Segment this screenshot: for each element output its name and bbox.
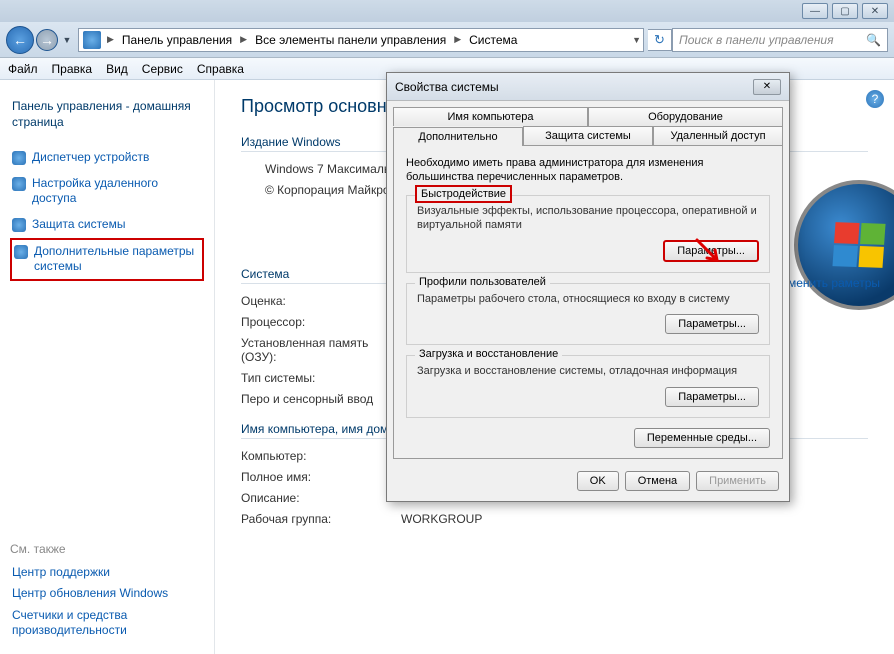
tab-remote[interactable]: Удаленный доступ xyxy=(653,126,783,145)
tab-hardware[interactable]: Оборудование xyxy=(588,107,783,126)
label-computer: Компьютер: xyxy=(241,449,401,463)
crumb-all-items[interactable]: Все элементы панели управления xyxy=(249,29,452,51)
apply-button[interactable]: Применить xyxy=(696,471,779,491)
menu-help[interactable]: Справка xyxy=(197,62,244,76)
dialog-tabs: Имя компьютера Оборудование Дополнительн… xyxy=(387,101,789,145)
sidebar-item-label: Дополнительные параметры системы xyxy=(34,244,200,275)
label-pen: Перо и сенсорный ввод xyxy=(241,392,401,406)
shield-icon xyxy=(14,245,28,259)
shield-icon xyxy=(12,218,26,232)
search-placeholder: Поиск в панели управления xyxy=(679,33,834,47)
see-also: См. также Центр поддержки Центр обновлен… xyxy=(10,542,204,642)
sidebar-home-label: Панель управления - домашняя страница xyxy=(12,99,202,130)
group-profiles: Профили пользователей Параметры рабочего… xyxy=(406,283,770,345)
label-rating: Оценка: xyxy=(241,294,401,308)
sidebar-item-label: Защита системы xyxy=(32,217,125,233)
environment-variables-button[interactable]: Переменные среды... xyxy=(634,428,770,448)
see-also-action-center[interactable]: Центр поддержки xyxy=(10,562,204,584)
sidebar-item-advanced[interactable]: Дополнительные параметры системы xyxy=(10,238,204,281)
menu-file[interactable]: Файл xyxy=(8,62,38,76)
sidebar-item-protection[interactable]: Защита системы xyxy=(10,212,204,238)
crumb-system[interactable]: Система xyxy=(463,29,523,51)
sidebar-item-label: Центр обновления Windows xyxy=(12,586,168,602)
group-performance: Быстродействие Визуальные эффекты, испол… xyxy=(406,195,770,274)
see-also-perf-tools[interactable]: Счетчики и средства производительности xyxy=(10,605,204,642)
chevron-right-icon: ▶ xyxy=(105,34,116,45)
label-ram: Установленная память (ОЗУ): xyxy=(241,336,401,364)
nav-history-dropdown[interactable]: ▼ xyxy=(60,33,74,47)
group-desc-profiles: Параметры рабочего стола, относящиеся ко… xyxy=(417,292,759,306)
label-fullname: Полное имя: xyxy=(241,470,401,484)
label-type: Тип системы: xyxy=(241,371,401,385)
menu-view[interactable]: Вид xyxy=(106,62,128,76)
forward-button[interactable]: → xyxy=(36,29,58,51)
copyright-line: © Корпорация Майкрос xyxy=(265,183,396,197)
dialog-footer: OK Отмена Применить xyxy=(387,465,789,501)
group-title-performance: Быстродействие xyxy=(415,185,512,203)
address-bar: ← → ▼ ▶ Панель управления ▶ Все элементы… xyxy=(0,22,894,58)
performance-settings-button[interactable]: Параметры... xyxy=(663,240,759,262)
menu-edit[interactable]: Правка xyxy=(52,62,93,76)
see-also-title: См. также xyxy=(10,542,204,556)
group-desc-startup: Загрузка и восстановление системы, отлад… xyxy=(417,364,759,378)
refresh-button[interactable]: ↻ xyxy=(648,29,672,51)
sidebar-item-device-manager[interactable]: Диспетчер устройств xyxy=(10,145,204,171)
dialog-body: Необходимо иметь права администратора дл… xyxy=(393,145,783,459)
admin-note: Необходимо иметь права администратора дл… xyxy=(406,156,770,185)
edition-line: Windows 7 Максимальн xyxy=(265,162,397,176)
dialog-titlebar: Свойства системы ✕ xyxy=(387,73,789,101)
sidebar-item-label: Счетчики и средства производительности xyxy=(12,608,202,639)
dialog-title: Свойства системы xyxy=(395,80,499,94)
search-icon[interactable]: 🔍 xyxy=(866,33,881,47)
menu-tools[interactable]: Сервис xyxy=(142,62,183,76)
label-workgroup: Рабочая группа: xyxy=(241,512,401,526)
group-title-profiles: Профили пользователей xyxy=(415,276,550,288)
cancel-button[interactable]: Отмена xyxy=(625,471,690,491)
tab-computer-name[interactable]: Имя компьютера xyxy=(393,107,588,126)
maximize-button[interactable]: ▢ xyxy=(832,3,858,19)
group-title-startup: Загрузка и восстановление xyxy=(415,348,562,360)
back-button[interactable]: ← xyxy=(6,26,34,54)
label-cpu: Процессор: xyxy=(241,315,401,329)
see-also-windows-update[interactable]: Центр обновления Windows xyxy=(10,583,204,605)
chevron-right-icon: ▶ xyxy=(452,34,463,45)
value-workgroup: WORKGROUP xyxy=(401,512,482,526)
breadcrumb: ▶ Панель управления ▶ Все элементы панел… xyxy=(78,28,644,52)
shield-icon xyxy=(12,151,26,165)
close-button[interactable]: ✕ xyxy=(862,3,888,19)
system-properties-dialog: Свойства системы ✕ Имя компьютера Оборуд… xyxy=(386,72,790,502)
startup-settings-button[interactable]: Параметры... xyxy=(665,387,759,407)
tab-advanced[interactable]: Дополнительно xyxy=(393,127,523,146)
help-icon[interactable]: ? xyxy=(866,90,884,108)
tab-protection[interactable]: Защита системы xyxy=(523,126,653,145)
dialog-close-button[interactable]: ✕ xyxy=(753,79,781,95)
chevron-down-icon[interactable]: ▼ xyxy=(630,35,643,45)
sidebar: Панель управления - домашняя страница Ди… xyxy=(0,80,214,654)
control-panel-icon xyxy=(83,31,101,49)
sidebar-item-label: Диспетчер устройств xyxy=(32,150,149,166)
profiles-settings-button[interactable]: Параметры... xyxy=(665,314,759,334)
group-startup: Загрузка и восстановление Загрузка и вос… xyxy=(406,355,770,417)
window-titlebar: — ▢ ✕ xyxy=(0,0,894,22)
crumb-control-panel[interactable]: Панель управления xyxy=(116,29,238,51)
sidebar-item-label: Настройка удаленного доступа xyxy=(32,176,202,207)
chevron-right-icon: ▶ xyxy=(238,34,249,45)
label-description: Описание: xyxy=(241,491,401,505)
shield-icon xyxy=(12,177,26,191)
search-input[interactable]: Поиск в панели управления 🔍 xyxy=(672,28,888,52)
minimize-button[interactable]: — xyxy=(802,3,828,19)
group-desc-performance: Визуальные эффекты, использование процес… xyxy=(417,204,759,233)
change-settings-link[interactable]: менить раметры xyxy=(788,276,880,292)
sidebar-item-label: Центр поддержки xyxy=(12,565,110,581)
sidebar-home[interactable]: Панель управления - домашняя страница xyxy=(10,94,204,135)
ok-button[interactable]: OK xyxy=(577,471,619,491)
sidebar-item-remote[interactable]: Настройка удаленного доступа xyxy=(10,171,204,212)
